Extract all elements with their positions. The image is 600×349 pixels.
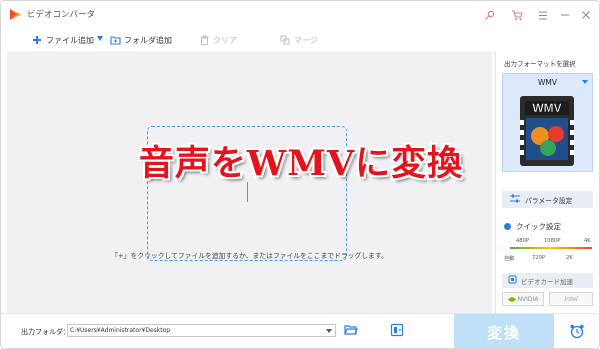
gpu-acceleration-label: ビデオカード加速 — [521, 277, 573, 286]
quality-label-720p: 720P — [532, 255, 546, 261]
clear-button[interactable]: クリア — [198, 33, 237, 47]
add-folder-label: フォルダ追加 — [124, 35, 172, 45]
parameter-settings-button[interactable]: パラメータ設定 — [502, 191, 593, 208]
intel-toggle[interactable]: Intel — [549, 292, 593, 306]
quick-settings-label: クイック設定 — [516, 222, 561, 231]
app-logo-icon — [10, 9, 21, 20]
output-list-icon[interactable] — [390, 323, 404, 337]
nvidia-toggle[interactable]: NVIDIA — [502, 292, 544, 306]
quality-label-auto: 自動 — [504, 256, 515, 262]
add-file-label: ファイル追加 — [46, 35, 94, 45]
quality-label-1080p: 1080P — [544, 238, 561, 244]
parameter-settings-label: パラメータ設定 — [525, 196, 573, 205]
toolbar: ファイル追加 フォルダ追加 クリア マージ — [1, 29, 599, 51]
quick-settings-header: クイック設定 — [504, 221, 561, 232]
gpu-acceleration-button[interactable]: ビデオカード加速 — [502, 273, 593, 288]
title-bar: ビデオコンバータ — [1, 1, 599, 29]
convert-button[interactable]: 変換 — [454, 314, 554, 348]
add-folder-button[interactable]: フォルダ追加 — [109, 33, 172, 47]
nvidia-label: NVIDIA — [517, 295, 539, 303]
folder-add-icon — [109, 34, 121, 46]
wmv-badge-text: WMV — [532, 101, 561, 115]
quality-label-4k: 4K — [584, 238, 591, 244]
app-window: ビデオコンバータ ファイル追加 フォルダ追加 クリア マージ 「+」をクリックし… — [0, 0, 600, 349]
output-settings-panel: 出力フォーマットを選択 WMV WMV パラメータ設定 クイック設定 480P … — [495, 51, 599, 313]
merge-icon — [279, 34, 291, 46]
output-path-text: C:¥Users¥Administrator¥Desktop — [70, 327, 171, 334]
minimize-icon[interactable] — [557, 7, 573, 23]
plus-icon — [31, 34, 43, 46]
clear-label: クリア — [213, 35, 237, 45]
output-format-title: 出力フォーマットを選択 — [504, 60, 576, 68]
add-file-dropzone[interactable] — [147, 126, 347, 261]
sliders-icon — [510, 194, 520, 205]
trash-icon — [198, 34, 210, 46]
output-format-selector[interactable]: WMV WMV — [502, 73, 593, 172]
quick-settings-icon — [504, 223, 511, 230]
output-folder-label: 出力フォルダ： — [21, 328, 70, 336]
drop-hint-text: 「+」をクリックしてファイルを追加するか、またはファイルをここまでドラッグします… — [111, 252, 388, 260]
quality-label-480p: 480P — [516, 238, 530, 244]
close-icon[interactable] — [578, 7, 594, 23]
cart-icon[interactable] — [509, 7, 525, 23]
output-path-dropdown-icon[interactable] — [326, 329, 332, 333]
gpu-chip-icon — [508, 275, 517, 286]
merge-label: マージ — [294, 35, 318, 45]
folder-open-icon[interactable] — [344, 323, 358, 337]
file-drop-area[interactable]: 「+」をクリックしてファイルを追加するか、またはファイルをここまでドラッグします… — [7, 51, 492, 313]
merge-button[interactable]: マージ — [279, 33, 318, 47]
output-folder-field[interactable]: C:¥Users¥Administrator¥Desktop — [67, 324, 336, 337]
intel-label: Intel — [564, 295, 578, 303]
add-file-button[interactable]: ファイル追加 — [31, 33, 94, 47]
quality-label-2k: 2K — [566, 255, 573, 261]
format-name: WMV — [537, 78, 558, 87]
nvidia-logo-icon — [507, 296, 516, 302]
dropzone-plus-icon — [247, 182, 248, 202]
format-dropdown-icon[interactable] — [582, 80, 588, 84]
window-title: ビデオコンバータ — [27, 10, 96, 20]
key-icon[interactable] — [481, 7, 497, 23]
menu-icon[interactable] — [535, 7, 551, 23]
alarm-clock-icon[interactable] — [569, 323, 585, 339]
quality-slider[interactable] — [510, 247, 592, 249]
bottom-bar: 出力フォルダ： C:¥Users¥Administrator¥Desktop 変… — [1, 313, 599, 348]
add-file-dropdown-icon[interactable] — [97, 36, 103, 41]
wmv-format-icon: WMV — [520, 96, 574, 166]
